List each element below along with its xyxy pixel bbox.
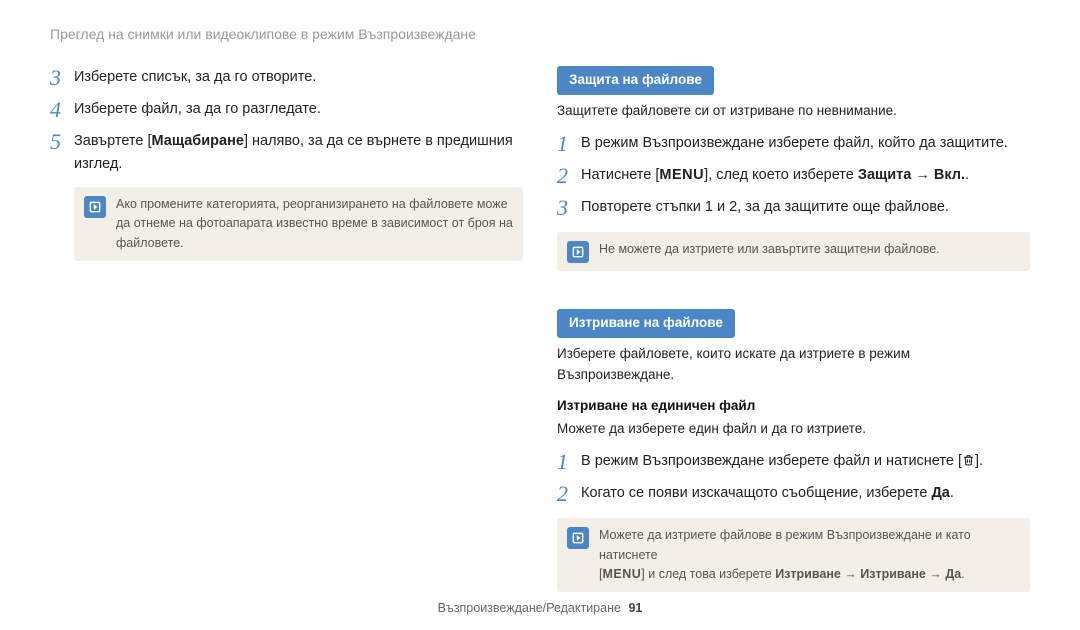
step-text: В режим Възпроизвеждане изберете файл, к… [581,132,1008,156]
subtext: Можете да изберете един файл и да го изт… [557,419,1030,440]
step-number: 3 [50,66,74,90]
text-bold: Мащабиране [152,133,244,149]
info-note: Ако промените категорията, реорганизиран… [74,187,523,261]
info-icon [567,527,589,549]
note-line-1: Можете да изтриете файлове в режим Възпр… [599,528,971,561]
subheading-delete-single: Изтриване на единичен файл [557,396,1030,417]
protect-step-1: 1 В режим Възпроизвеждане изберете файл,… [557,132,1030,156]
text-post: . [965,167,969,183]
info-icon [567,241,589,263]
right-column: Защита на файлове Защитете файловете си … [557,66,1030,593]
step-3: 3 Изберете списък, за да го отворите. [50,66,523,90]
section-intro: Изберете файловете, които искате да изтр… [557,344,1030,386]
note-text: Не можете да изтриете или завъртите защи… [599,240,940,259]
text-bold: Защита → Вкл. [858,167,965,183]
note-text: Можете да изтриете файлове в режим Възпр… [599,526,1020,584]
protect-step-3: 3 Повторете стъпки 1 и 2, за да защитите… [557,196,1030,220]
spacer [557,271,1030,309]
breadcrumb: Преглед на снимки или видеоклипове в реж… [50,24,1030,46]
protect-step-2: 2 Натиснете [MENU], след което изберете … [557,164,1030,188]
note-text: Ако промените категорията, реорганизиран… [116,195,513,253]
page-number: 91 [628,601,642,615]
section-intro: Защитете файловете си от изтриване по не… [557,101,1030,122]
info-note-protect: Не можете да изтриете или завъртите защи… [557,232,1030,271]
step-number: 4 [50,98,74,122]
step-5: 5 Завъртете [Мащабиране] наляво, за да с… [50,130,523,175]
page-footer: Възпроизвеждане/Редактиране 91 [0,599,1080,618]
step-number: 2 [557,482,581,506]
menu-icon: MENU [659,167,704,183]
step-text: В режим Възпроизвеждане изберете файл и … [581,450,983,474]
section-title-delete: Изтриване на файлове [557,309,735,338]
step-number: 2 [557,164,581,188]
step-number: 1 [557,132,581,156]
delete-step-2: 2 Когато се появи изскачащото съобщение,… [557,482,1030,506]
delete-step-1: 1 В режим Възпроизвеждане изберете файл … [557,450,1030,474]
page: Преглед на снимки или видеоклипове в реж… [0,0,1080,630]
two-column-layout: 3 Изберете списък, за да го отворите. 4 … [50,66,1030,593]
text-pre: Натиснете [ [581,167,659,183]
text-post: . [961,567,964,581]
menu-icon: MENU [602,567,641,581]
trash-icon [962,452,975,474]
step-text: Когато се появи изскачащото съобщение, и… [581,482,954,506]
text-pre: Когато се появи изскачащото съобщение, и… [581,485,931,501]
text-post: . [950,485,954,501]
step-number: 3 [557,196,581,220]
step-text: Натиснете [MENU], след което изберете За… [581,164,969,188]
text-pre: Завъртете [ [74,133,152,149]
text-mid: ] и след това изберете [641,567,775,581]
footer-text: Възпроизвеждане/Редактиране [438,601,621,615]
text-bold: Изтриване → Изтриване → Да [775,567,961,581]
text-post: ]. [975,453,983,469]
step-text: Завъртете [Мащабиране] наляво, за да се … [74,130,523,175]
step-number: 5 [50,130,74,175]
step-text: Изберете списък, за да го отворите. [74,66,316,90]
info-icon [84,196,106,218]
section-title-protect: Защита на файлове [557,66,714,95]
text-mid: ], след което изберете [704,167,858,183]
text-bold: Да [931,485,949,501]
step-4: 4 Изберете файл, за да го разгледате. [50,98,523,122]
step-number: 1 [557,450,581,474]
step-text: Изберете файл, за да го разгледате. [74,98,321,122]
text-pre: В режим Възпроизвеждане изберете файл и … [581,453,962,469]
step-text: Повторете стъпки 1 и 2, за да защитите о… [581,196,949,220]
info-note-delete: Можете да изтриете файлове в режим Възпр… [557,518,1030,592]
left-column: 3 Изберете списък, за да го отворите. 4 … [50,66,523,593]
